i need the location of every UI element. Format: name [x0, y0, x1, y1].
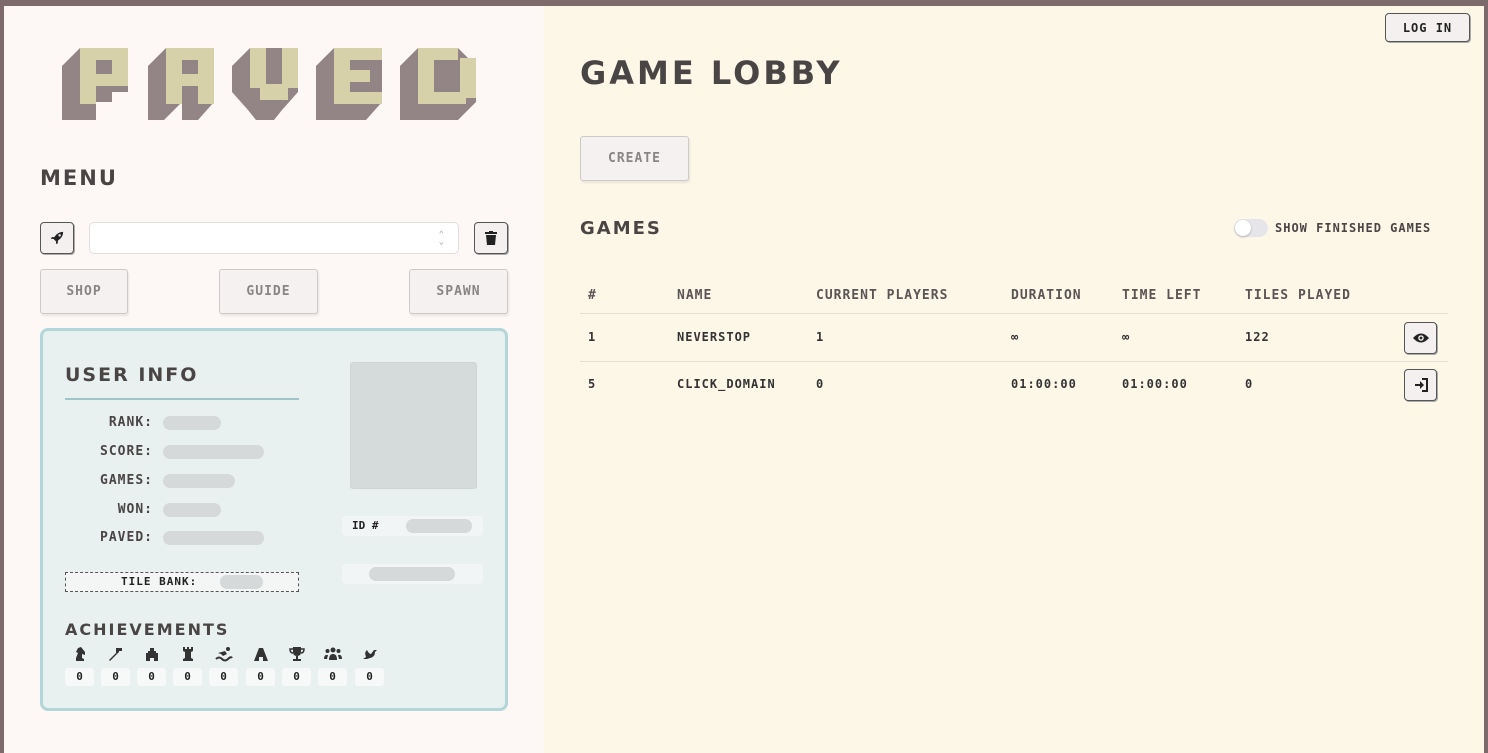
- sign-in-icon: [1414, 378, 1428, 392]
- id-label: ID #: [352, 519, 379, 532]
- achievement-swimmer: 0: [209, 645, 238, 686]
- trash-icon: [485, 231, 497, 245]
- toggle-knob: [1235, 220, 1251, 236]
- menu-title: MENU: [40, 166, 118, 190]
- page-title: GAME LOBBY: [580, 54, 843, 92]
- tile-bank-label: TILE BANK:: [121, 575, 198, 588]
- achievement-castle: 0: [137, 645, 166, 686]
- show-finished-label: SHOW FINISHED GAMES: [1275, 221, 1432, 235]
- paved-label: PAVED:: [100, 530, 153, 545]
- achievement-count: 0: [209, 668, 238, 686]
- row-name: NEVERSTOP: [677, 330, 752, 344]
- user-info-panel: USER INFO RANK: SCORE: GAMES: WON: PAVED…: [40, 328, 508, 711]
- row-tiles: 122: [1245, 330, 1270, 344]
- achievement-count: 0: [173, 668, 202, 686]
- tile-bank-placeholder: [220, 575, 263, 589]
- achievement-hammer: 0: [101, 645, 130, 686]
- join-button[interactable]: [1404, 369, 1437, 401]
- column-header-duration: DURATION: [1011, 288, 1082, 303]
- won-value-placeholder: [163, 503, 221, 517]
- achievement-count: 0: [282, 668, 311, 686]
- row-players: 0: [816, 377, 825, 391]
- games-title: GAMES: [580, 218, 662, 239]
- won-label: WON:: [117, 502, 153, 517]
- road-icon: [246, 645, 275, 663]
- row-time-left: ∞: [1122, 330, 1131, 344]
- tile-bank: TILE BANK:: [65, 572, 299, 592]
- rank-value-placeholder: [163, 416, 221, 430]
- people-group-icon: [318, 645, 347, 663]
- login-button[interactable]: LOG IN: [1385, 13, 1470, 42]
- lobby-panel: LOG IN GAME LOBBY CREATE GAMES SHOW FINI…: [544, 6, 1484, 753]
- row-players: 1: [816, 330, 825, 344]
- divider: [65, 398, 299, 400]
- id-value-placeholder: [406, 519, 472, 533]
- launch-button[interactable]: [40, 222, 74, 254]
- extra-value-placeholder: [369, 567, 455, 581]
- guide-button[interactable]: GUIDE: [219, 269, 318, 314]
- row-id: 1: [588, 330, 597, 344]
- achievement-count: 0: [246, 668, 275, 686]
- user-id: ID #: [342, 516, 483, 536]
- left-panel: MENU ⌃ ⌄ SHOP GUIDE SPAWN USER INFO RANK:: [4, 6, 544, 753]
- avatar: [350, 362, 477, 489]
- shop-button[interactable]: SHOP: [40, 269, 128, 314]
- game-select[interactable]: ⌃ ⌄: [89, 222, 459, 254]
- achievement-count: 0: [101, 668, 130, 686]
- dove-icon: [355, 645, 384, 663]
- column-header-players: CURRENT PLAYERS: [816, 288, 949, 303]
- spawn-button[interactable]: SPAWN: [409, 269, 508, 314]
- row-tiles: 0: [1245, 377, 1254, 391]
- rocket-icon: [50, 231, 64, 245]
- spectate-button[interactable]: [1404, 322, 1437, 354]
- achievements-title: ACHIEVEMENTS: [65, 620, 230, 639]
- eye-icon: [1412, 333, 1429, 343]
- show-finished-toggle[interactable]: [1234, 219, 1268, 237]
- row-id: 5: [588, 377, 597, 391]
- paved-logo: [60, 40, 490, 120]
- paved-value-placeholder: [163, 531, 264, 545]
- achievement-rook: 0: [173, 645, 202, 686]
- row-divider: [580, 361, 1448, 362]
- row-duration: ∞: [1011, 330, 1020, 344]
- create-game-button[interactable]: CREATE: [580, 136, 689, 181]
- achievement-road: 0: [246, 645, 275, 686]
- achievement-trophy: 0: [282, 645, 311, 686]
- games-value-placeholder: [163, 474, 235, 488]
- user-info-title: USER INFO: [65, 364, 199, 386]
- row-divider: [580, 313, 1448, 314]
- achievement-count: 0: [355, 668, 384, 686]
- chevron-updown-icon: ⌃ ⌄: [438, 230, 444, 247]
- games-label: GAMES:: [100, 473, 153, 488]
- achievement-count: 0: [137, 668, 166, 686]
- water-swimmer-icon: [209, 645, 238, 663]
- score-label: SCORE:: [100, 444, 153, 459]
- achievement-group: 0: [318, 645, 347, 686]
- row-time-left: 01:00:00: [1122, 377, 1188, 391]
- achievement-count: 0: [65, 668, 94, 686]
- achievement-knight: 0: [65, 645, 94, 686]
- castle-icon: [137, 645, 166, 663]
- column-header-time-left: TIME LEFT: [1122, 288, 1202, 303]
- column-header-number: #: [588, 288, 597, 303]
- column-header-name: NAME: [677, 288, 713, 303]
- column-header-tiles: TILES PLAYED: [1245, 288, 1351, 303]
- rank-label: RANK:: [108, 415, 153, 430]
- delete-button[interactable]: [474, 222, 508, 254]
- achievement-dove: 0: [355, 645, 384, 686]
- row-name: CLICK_DOMAIN: [677, 377, 776, 391]
- hammer-icon: [101, 645, 130, 663]
- trophy-icon: [282, 645, 311, 663]
- row-duration: 01:00:00: [1011, 377, 1077, 391]
- chess-knight-icon: [65, 645, 94, 663]
- chess-rook-icon: [173, 645, 202, 663]
- user-extra: [342, 564, 483, 584]
- achievement-count: 0: [318, 668, 347, 686]
- score-value-placeholder: [163, 445, 264, 459]
